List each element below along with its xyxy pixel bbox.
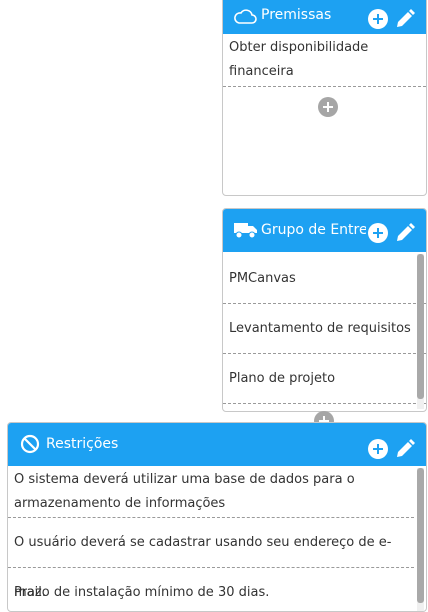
restricoes-scrollbar[interactable] xyxy=(417,468,424,611)
ban-icon xyxy=(20,434,40,454)
card-entregas-body: PMCanvas Levantamento de requisitos Plan… xyxy=(223,254,426,411)
restricoes-scrollbar-thumb[interactable] xyxy=(417,468,424,603)
entrega-item[interactable]: Plano de projeto xyxy=(223,354,426,404)
card-entregas-header: Grupo de Entregas xyxy=(223,209,426,252)
card-entregas-title: Grupo de Entregas xyxy=(261,222,366,238)
edit-premissas-button[interactable] xyxy=(395,9,415,29)
entrega-item[interactable]: Levantamento de requisitos xyxy=(223,304,426,354)
entrega-item[interactable]: PMCanvas xyxy=(223,254,426,304)
card-premissas-header: Premissas xyxy=(223,0,426,34)
edit-entregas-button[interactable] xyxy=(395,223,415,243)
add-restricao-button[interactable] xyxy=(368,439,388,459)
premissa-item[interactable]: Obter disponibilidade financeira xyxy=(223,36,426,87)
add-premissa-button[interactable] xyxy=(368,9,388,29)
card-restricoes: Restrições O sistema deverá utilizar uma… xyxy=(7,422,427,612)
entregas-scrollbar[interactable] xyxy=(417,254,424,409)
card-restricoes-title: Restrições xyxy=(46,436,119,452)
card-entregas: Grupo de Entregas PMCanvas Levantamento … xyxy=(222,208,427,412)
entregas-scrollbar-thumb[interactable] xyxy=(417,254,424,399)
card-restricoes-header: Restrições xyxy=(8,423,426,466)
card-restricoes-body: O sistema deverá utilizar uma base de da… xyxy=(8,468,414,611)
restricao-item[interactable]: O usuário deverá se cadastrar usando seu… xyxy=(8,518,414,600)
cloud-icon xyxy=(234,9,257,24)
truck-icon xyxy=(234,223,257,239)
add-item-button[interactable] xyxy=(318,97,338,117)
restricao-item[interactable]: O sistema deverá utilizar uma base de da… xyxy=(8,468,414,518)
card-premissas: Premissas Obter disponibilidade financei… xyxy=(222,0,427,196)
card-premissas-title: Premissas xyxy=(261,7,332,23)
restricao-item[interactable]: Prazo de instalação mínimo de 30 dias. xyxy=(8,568,414,611)
add-entrega-button[interactable] xyxy=(368,223,388,243)
edit-restricoes-button[interactable] xyxy=(395,439,415,459)
